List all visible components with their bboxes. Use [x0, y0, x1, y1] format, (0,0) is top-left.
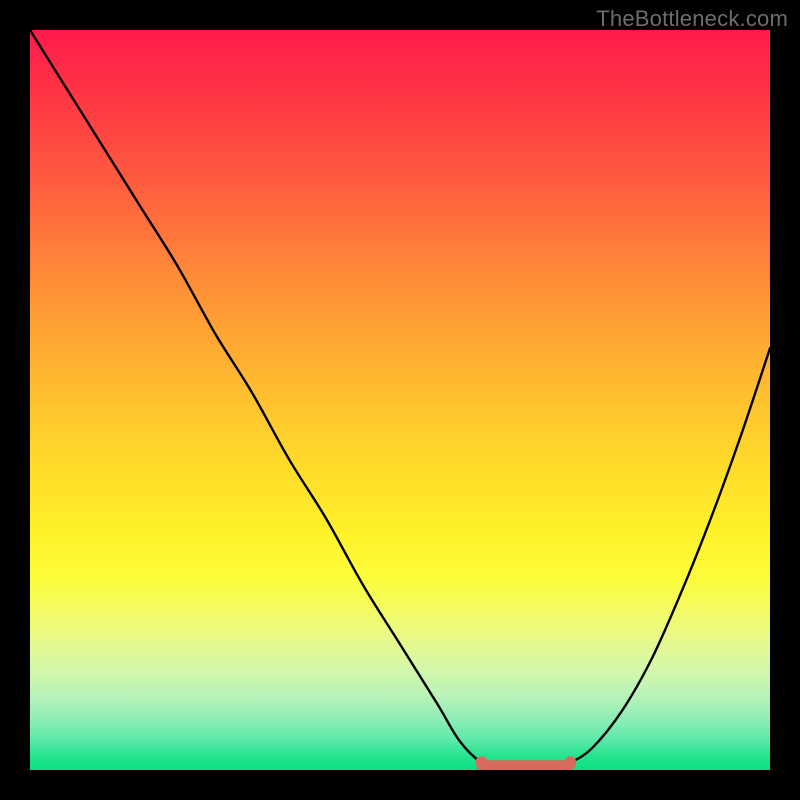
curve-right-branch: [548, 348, 770, 770]
curve-svg: [30, 30, 770, 770]
bottleneck-highlight-marker: [481, 762, 570, 766]
curve-left-branch: [30, 30, 504, 770]
watermark-text: TheBottleneck.com: [596, 6, 788, 32]
plot-area: [30, 30, 770, 770]
chart-frame: TheBottleneck.com: [0, 0, 800, 800]
